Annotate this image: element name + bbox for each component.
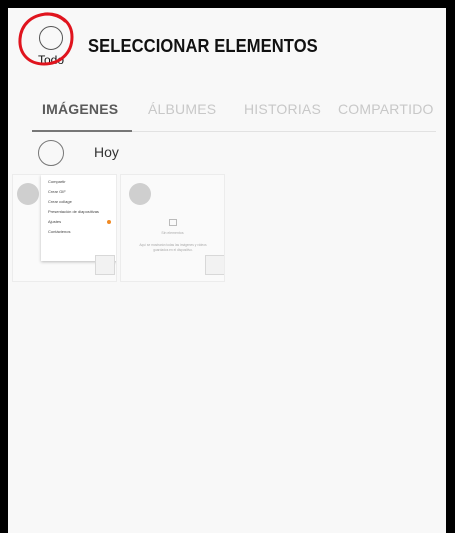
expand-icon[interactable]	[95, 255, 115, 275]
selection-header: Todo SELECCIONAR ELEMENTOS	[8, 8, 446, 90]
menu-item: Presentación de diapositivas	[48, 209, 99, 214]
tab-divider	[132, 131, 436, 132]
empty-gallery-icon	[169, 219, 177, 226]
tab-shared[interactable]: COMPARTIDO	[338, 101, 434, 117]
image-thumbnail[interactable]: Sin elementos Aquí se mostrarán todas la…	[120, 174, 225, 282]
thumbnail-menu-preview: Compartir Crear GIF Crear collage Presen…	[41, 175, 116, 261]
empty-title: Sin elementos	[161, 231, 184, 235]
tab-stories[interactable]: HISTORIAS	[244, 101, 321, 117]
menu-item: Ajustes	[41, 217, 116, 227]
expand-icon[interactable]	[205, 255, 224, 275]
select-all-checkbox[interactable]	[39, 26, 63, 50]
tab-albums[interactable]: ÁLBUMES	[148, 101, 216, 117]
group-date-label: Hoy	[94, 144, 119, 160]
page-title: SELECCIONAR ELEMENTOS	[88, 36, 318, 56]
thumbnail-select-circle[interactable]	[17, 183, 39, 205]
image-thumbnail[interactable]: Compartir Crear GIF Crear collage Presen…	[12, 174, 117, 282]
select-all-toggle[interactable]: Todo	[24, 21, 78, 77]
empty-description: Aquí se mostrarán todas las imágenes y v…	[139, 243, 207, 252]
group-select-checkbox[interactable]	[38, 140, 64, 166]
menu-item: Contáctenos	[48, 229, 71, 234]
menu-item: Crear collage	[48, 199, 72, 204]
select-all-label: Todo	[37, 53, 65, 67]
tab-images[interactable]: IMÁGENES	[42, 101, 118, 117]
menu-item-label: Ajustes	[48, 219, 62, 224]
app-screen: Todo SELECCIONAR ELEMENTOS IMÁGENES ÁLBU…	[8, 8, 446, 533]
tab-bar: IMÁGENES ÁLBUMES HISTORIAS COMPARTIDO	[8, 92, 446, 132]
active-tab-indicator	[32, 130, 132, 132]
menu-item: Compartir	[48, 179, 66, 184]
notification-dot-icon	[107, 220, 111, 224]
thumbnail-select-circle[interactable]	[129, 183, 151, 205]
menu-item: Crear GIF	[48, 189, 66, 194]
